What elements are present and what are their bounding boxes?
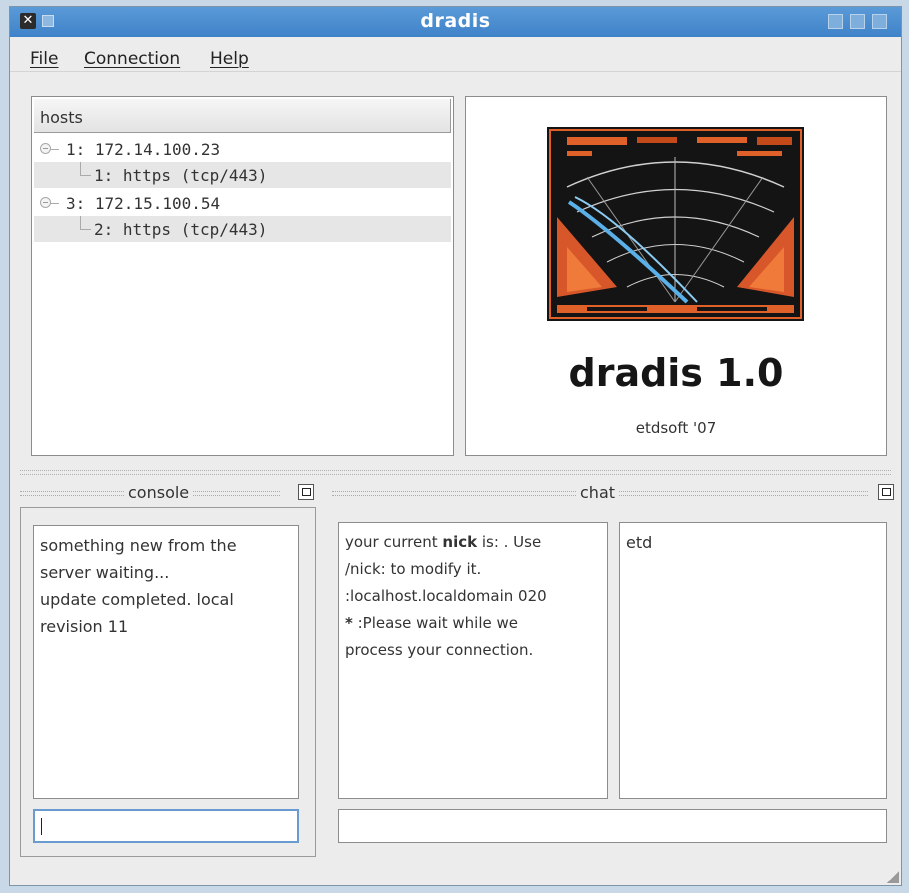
tree-row-label: 1: https (tcp/443) [94, 166, 268, 185]
app-copyright: etdsoft '07 [635, 419, 717, 437]
console-line: server waiting... [40, 563, 170, 582]
chat-user[interactable]: etd [626, 529, 880, 556]
console-dock: something new from the server waiting...… [20, 507, 316, 857]
console-title: console [124, 483, 194, 502]
maximize-icon[interactable] [850, 14, 865, 29]
menu-help[interactable]: Help [210, 49, 249, 69]
window-close-icon[interactable] [872, 14, 887, 29]
chat-title: chat [576, 483, 620, 502]
chat-line: your current nick is: . Use [345, 533, 542, 551]
text-caret [41, 818, 42, 835]
menu-bar: File Connection Help [10, 37, 901, 72]
undock-icon[interactable] [878, 484, 894, 500]
chat-line: :localhost.localdomain 020 [345, 587, 547, 605]
console-line: update completed. local [40, 590, 234, 609]
hosts-tree[interactable]: hosts 1: 172.14.100.23 1: https (tcp/443… [31, 96, 454, 456]
app-name-heading: dradis 1.0 [568, 351, 784, 395]
undock-icon[interactable] [298, 484, 314, 500]
chat-dock-title[interactable]: chat [332, 480, 894, 504]
expander-icon[interactable] [40, 143, 51, 154]
tree-row-service-1[interactable]: 1: https (tcp/443) [34, 162, 451, 188]
console-dock-title[interactable]: console [20, 480, 320, 504]
title-bar[interactable]: ✕ dradis [10, 7, 901, 37]
radar-logo-image [547, 127, 804, 321]
menu-connection[interactable]: Connection [84, 49, 180, 69]
console-output[interactable]: something new from the server waiting...… [33, 525, 299, 799]
chat-line: /nick: to modify it. [345, 560, 482, 578]
tree-row-service-2[interactable]: 2: https (tcp/443) [34, 216, 451, 242]
tree-connector [51, 203, 59, 204]
hosts-header-label: hosts [40, 108, 83, 127]
tree-row-label: 1: 172.14.100.23 [66, 140, 221, 159]
tree-row-label: 3: 172.15.100.54 [66, 194, 221, 213]
tree-connector [51, 149, 59, 150]
about-panel: dradis 1.0 etdsoft '07 [465, 96, 887, 456]
tree-connector [80, 162, 91, 176]
console-line: something new from the [40, 536, 237, 555]
resize-grip-icon[interactable] [887, 871, 899, 883]
horizontal-splitter[interactable] [20, 470, 891, 475]
main-window: ✕ dradis File Connection Help hosts 1: 1… [9, 6, 902, 886]
tree-row-label: 2: https (tcp/443) [94, 220, 268, 239]
tree-row-host-3[interactable]: 3: 172.15.100.54 [34, 190, 451, 216]
console-input[interactable] [33, 809, 299, 843]
chat-input[interactable] [338, 809, 887, 843]
chat-line: process your connection. [345, 641, 534, 659]
menu-file[interactable]: File [30, 49, 58, 69]
expander-icon[interactable] [40, 197, 51, 208]
chat-line: * :Please wait while we [345, 614, 519, 632]
chat-user-list[interactable]: etd [619, 522, 887, 799]
minimize-icon[interactable] [828, 14, 843, 29]
chat-messages[interactable]: your current nick is: . Use /nick: to mo… [338, 522, 608, 799]
tree-row-host-1[interactable]: 1: 172.14.100.23 [34, 136, 451, 162]
tree-connector [80, 216, 91, 230]
console-line: revision 11 [40, 617, 129, 636]
window-title: dradis [420, 10, 491, 32]
hosts-column-header[interactable]: hosts [34, 99, 451, 133]
